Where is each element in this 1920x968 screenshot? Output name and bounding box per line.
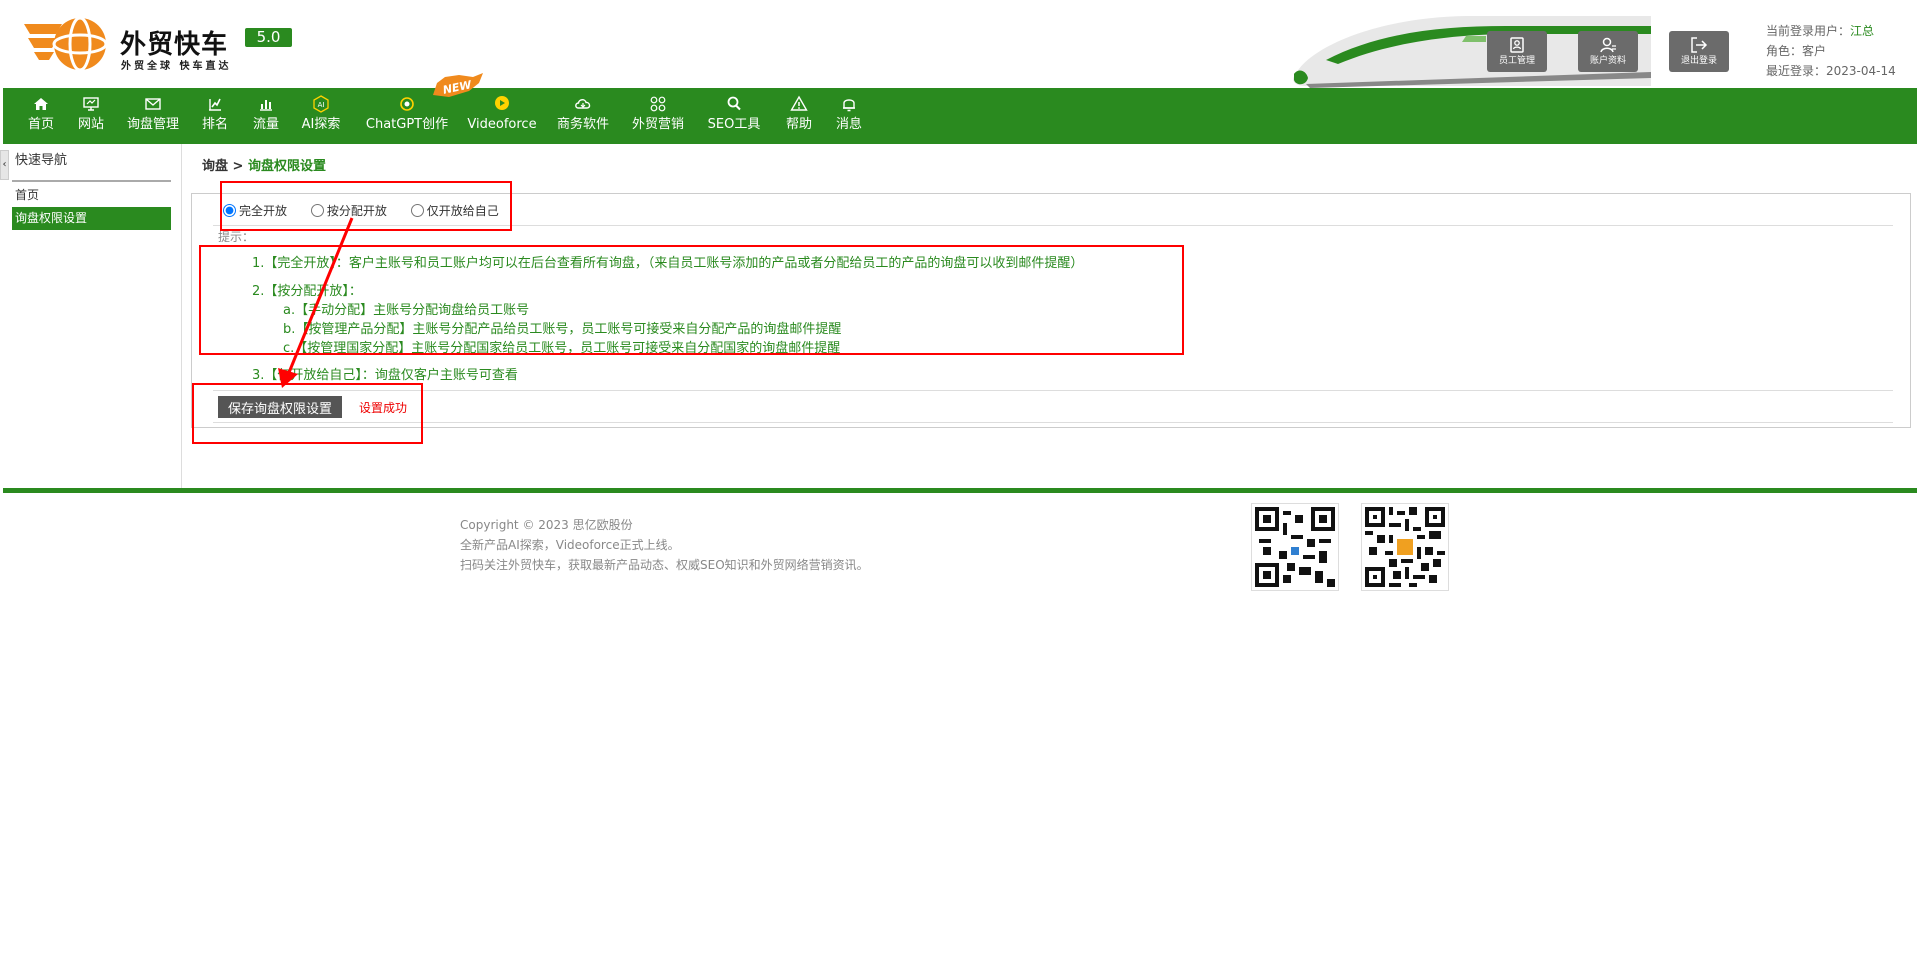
tip-line: 3.【仅开放给自己】：询盘仅客户主账号可查看 [252,368,518,383]
nav-item-inquiry-management[interactable]: 询盘管理 [122,88,184,144]
svg-text:AI: AI [318,101,325,109]
nav-item-help[interactable]: 帮助 [780,88,818,144]
nav-item-trade-marketing[interactable]: 外贸营销 [627,88,689,144]
qr-code [1361,503,1449,591]
last-login-value: 2023-04-14 [1826,64,1896,78]
sidebar-item-inquiry-permission[interactable]: 询盘权限设置 [12,207,171,230]
nav-label: 流量 [252,117,279,132]
sidebar-divider [12,180,171,182]
nav-label: ChatGPT创作 [365,117,449,132]
logo-icon [24,16,108,72]
nav-item-website[interactable]: 网站 [72,88,110,144]
nav-item-messages[interactable]: 消息 [830,88,868,144]
breadcrumb-parent[interactable]: 询盘 [202,159,228,174]
last-login-label: 最近登录： [1766,64,1827,78]
version-badge: 5.0 [245,28,292,47]
cloud-icon [553,95,613,115]
current-user-value: 江总 [1850,24,1875,38]
search-icon [703,95,765,115]
current-user-label: 当前登录用户： [1766,24,1851,38]
nav-label: 商务软件 [556,117,609,132]
brand-subtitle: 外贸全球 快车直达 [121,61,232,72]
nav-item-business-software[interactable]: 商务软件 [553,88,613,144]
breadcrumb-current: 询盘权限设置 [247,159,326,174]
nav-item-traffic[interactable]: 流量 [247,88,285,144]
nav-label: AI探索 [301,117,341,132]
user-profile-icon [1578,31,1638,55]
nav-label: SEO工具 [707,117,761,132]
nav-label: 询盘管理 [126,117,179,132]
divider [213,422,1893,423]
account-profile-button[interactable]: 账户资料 [1578,31,1638,72]
new-badge: NEW [433,73,483,97]
nav-label: Videoforce [467,117,537,132]
annotation-box-tips [199,245,1184,355]
grid-icon [627,95,689,115]
sidebar-title: 快速导航 [15,153,68,168]
nav-label: 网站 [77,117,104,132]
sidebar: ‹ 快速导航 首页 询盘权限设置 [0,144,182,489]
qr-code [1251,503,1339,591]
logout-icon [1669,31,1729,55]
breadcrumb: 询盘 > 询盘权限设置 [202,155,326,174]
ai-icon: AI [296,95,346,115]
monitor-icon [72,95,110,115]
bell-icon [830,95,868,115]
footer-text: Copyright © 2023 思亿欧股份 全新产品AI探索，Videofor… [460,515,869,575]
staff-icon [1487,31,1547,55]
nav-label: 消息 [835,117,862,132]
role-value: 客户 [1802,44,1827,58]
logout-label: 退出登录 [1680,56,1717,66]
footer-line: 全新产品AI探索，Videoforce正式上线。 [460,538,680,552]
main-nav: 首页 网站 询盘管理 排名 流量 AI AI探索 ChatGPT创作 Video… [3,88,1917,144]
staff-management-button[interactable]: 员工管理 [1487,31,1547,72]
home-icon [22,95,60,115]
breadcrumb-separator: > [228,159,248,174]
brand-title: 外贸快车 [120,30,229,60]
nav-label: 排名 [201,117,228,132]
nav-item-home[interactable]: 首页 [22,88,60,144]
footer-divider [3,488,1917,493]
bar-chart-icon [247,95,285,115]
header: 外贸快车 外贸全球 快车直达 5.0 员工管理 账户资料 退出登录 当前登录用户… [0,0,1920,88]
footer-line: 扫码关注外贸快车，获取最新产品动态、权威SEO知识和外贸网络营销资讯。 [460,558,869,572]
sidebar-item-home[interactable]: 首页 [12,184,171,207]
divider [213,390,1893,391]
warning-icon [780,95,818,115]
sidebar-collapse-toggle[interactable]: ‹ [0,150,9,180]
footer-copyright: Copyright © 2023 思亿欧股份 [460,518,633,532]
staff-management-label: 员工管理 [1498,56,1535,66]
nav-label: 帮助 [785,117,812,132]
user-info: 当前登录用户：江总 角色：客户 最近登录：2023-04-14 [1766,21,1896,81]
annotation-box-radios [220,181,512,231]
logout-button[interactable]: 退出登录 [1669,31,1729,72]
nav-item-seo-tools[interactable]: SEO工具 [703,88,765,144]
account-profile-label: 账户资料 [1589,56,1626,66]
ranking-icon [196,95,234,115]
nav-label: 外贸营销 [631,117,684,132]
annotation-arrow [278,217,354,388]
role-label: 角色： [1766,44,1803,58]
nav-label: 首页 [27,117,54,132]
nav-item-ai-explore[interactable]: AI AI探索 [296,88,346,144]
mail-icon [122,95,184,115]
nav-item-ranking[interactable]: 排名 [196,88,234,144]
annotation-box-save [192,383,423,444]
